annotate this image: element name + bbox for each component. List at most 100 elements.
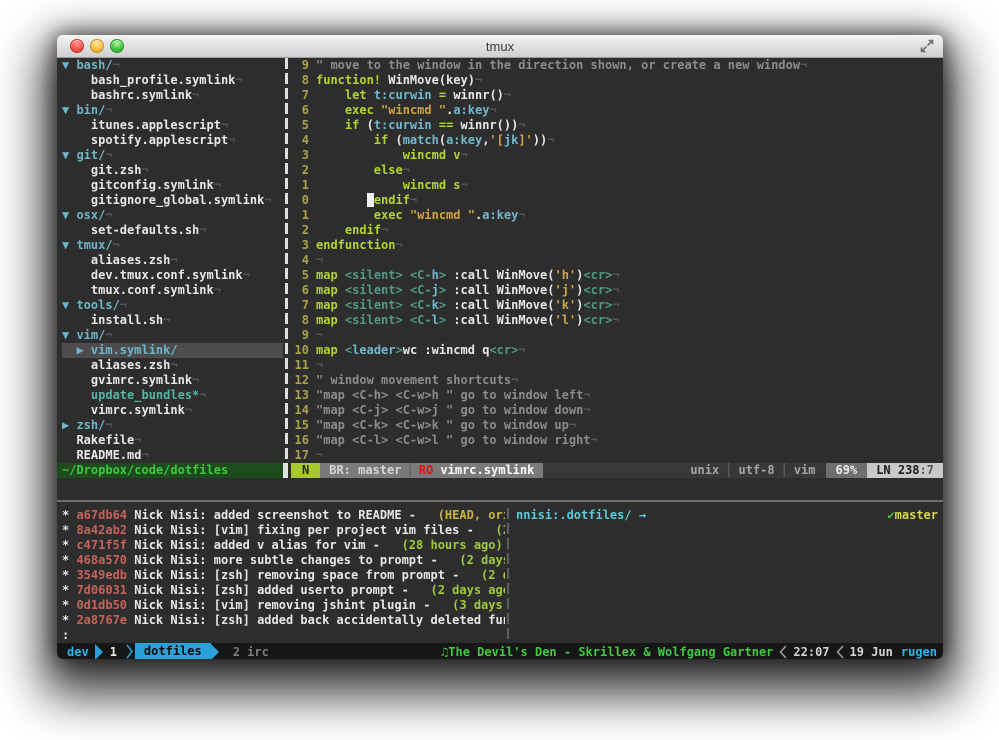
tree-item: install.sh¬ bbox=[62, 313, 283, 328]
mode-indicator: N bbox=[291, 463, 320, 478]
tree-item: ▼ vim/¬ bbox=[62, 328, 283, 343]
line-number: 7 bbox=[294, 88, 309, 103]
code-line: 9¬ bbox=[294, 328, 943, 343]
bottom-pane-split[interactable] bbox=[507, 508, 509, 643]
tree-item: ▼ tmux/¬ bbox=[62, 238, 283, 253]
close-button[interactable] bbox=[70, 39, 84, 53]
powerline-thin-separator-icon bbox=[124, 644, 135, 659]
code-pane[interactable]: 9" move to the window in the direction s… bbox=[290, 58, 943, 463]
vim-vertical-split[interactable] bbox=[285, 58, 288, 463]
code-line: 8map <silent> <C-l> :call WinMove('l')<c… bbox=[294, 313, 943, 328]
scroll-percent: 69% bbox=[826, 463, 868, 478]
line-number: 2 bbox=[294, 223, 309, 238]
code-line: 3endfunction¬ bbox=[294, 238, 943, 253]
nerdtree-pane[interactable]: ▼ bash/¬ bash_profile.symlink¬ bashrc.sy… bbox=[57, 58, 283, 463]
bottom-panes: * a67db64 Nick Nisi: added screenshot to… bbox=[57, 508, 943, 643]
line-number: 0 bbox=[294, 193, 309, 208]
fullscreen-button[interactable] bbox=[920, 39, 934, 53]
checkmark-icon: ✔ bbox=[887, 508, 894, 522]
line-column-indicator: LN 238:7 bbox=[867, 463, 943, 478]
shell-prompt: nnisi:.dotfiles/ → bbox=[516, 508, 646, 523]
zoom-button[interactable] bbox=[110, 39, 124, 53]
git-log-line: * 7d06031 Nick Nisi: [zsh] added userto … bbox=[62, 583, 505, 598]
tree-item: ▶ vim.symlink/¬ bbox=[62, 343, 283, 358]
tree-item: README.md¬ bbox=[62, 448, 283, 463]
statusline-right: unix│utf-8│vim bbox=[543, 463, 825, 478]
line-number: 15 bbox=[294, 418, 309, 433]
shell-prompt-line: nnisi:.dotfiles/ → ✔master bbox=[516, 508, 938, 523]
fullscreen-arrows-icon bbox=[920, 39, 934, 53]
tree-item: bashrc.symlink¬ bbox=[62, 88, 283, 103]
git-log-line: * 468a570 Nick Nisi: more subtle changes… bbox=[62, 553, 505, 568]
line-number: 7 bbox=[294, 298, 309, 313]
terminal-window: tmux ▼ bash/¬ bash_profile.symlink¬ bash… bbox=[57, 35, 943, 659]
vim-editor-area: ▼ bash/¬ bash_profile.symlink¬ bashrc.sy… bbox=[57, 58, 943, 463]
line-number: 6 bbox=[294, 283, 309, 298]
tmux-status-right: ♫ The Devil's Den - Skrillex & Wolfgang … bbox=[441, 645, 937, 659]
code-line: 16"map <C-l> <C-w>l " go to window right… bbox=[294, 433, 943, 448]
clock-label: 22:07 bbox=[793, 645, 829, 659]
tmux-window-1-tab[interactable]: 1 dotfiles bbox=[103, 643, 219, 659]
code-line: 4¬ bbox=[294, 253, 943, 268]
code-line: 6 exec "wincmd ".a:key¬ bbox=[294, 103, 943, 118]
line-number: 3 bbox=[294, 148, 309, 163]
line-number: 1 bbox=[294, 178, 309, 193]
tree-item: Rakefile¬ bbox=[62, 433, 283, 448]
tree-item: set-defaults.sh¬ bbox=[62, 223, 283, 238]
line-number: 14 bbox=[294, 403, 309, 418]
tmux-window-2-tab[interactable]: 2 irc bbox=[233, 645, 269, 659]
line-number: 16 bbox=[294, 433, 309, 448]
tree-item: gitignore_global.symlink¬ bbox=[62, 193, 283, 208]
line-number: 5 bbox=[294, 268, 309, 283]
vim-statusline: ~/Dropbox/code/dotfiles N BR: master│RO … bbox=[57, 463, 943, 478]
code-line: 8function! WinMove(key)¬ bbox=[294, 73, 943, 88]
code-line: 7map <silent> <C-k> :call WinMove('k')<c… bbox=[294, 298, 943, 313]
code-line: 5map <silent> <C-h> :call WinMove('h')<c… bbox=[294, 268, 943, 283]
tree-item: ▼ bin/¬ bbox=[62, 103, 283, 118]
tree-item: spotify.applescript¬ bbox=[62, 133, 283, 148]
git-log-line: * a67db64 Nick Nisi: added screenshot to… bbox=[62, 508, 505, 523]
code-line: 17¬ bbox=[294, 448, 943, 463]
code-line: 3 wincmd v¬ bbox=[294, 148, 943, 163]
angle-separator-icon bbox=[773, 645, 793, 659]
line-number: 9 bbox=[294, 58, 309, 73]
line-number: 8 bbox=[294, 313, 309, 328]
encoding-label: utf-8 bbox=[738, 463, 774, 477]
git-log-line: * 3549edb Nick Nisi: [zsh] removing spac… bbox=[62, 568, 505, 583]
tmux-terminal: ▼ bash/¬ bash_profile.symlink¬ bashrc.sy… bbox=[57, 58, 943, 659]
code-line: 14"map <C-j> <C-w>j " go to window down¬ bbox=[294, 403, 943, 418]
desktop-background: tmux ▼ bash/¬ bash_profile.symlink¬ bash… bbox=[0, 0, 999, 740]
code-line: 13"map <C-h> <C-w>h " go to window left¬ bbox=[294, 388, 943, 403]
tmux-session-name: dev bbox=[63, 645, 95, 659]
statusline-separator: │ bbox=[401, 463, 418, 477]
git-log-pane[interactable]: * a67db64 Nick Nisi: added screenshot to… bbox=[57, 508, 505, 643]
now-playing-label: The Devil's Den - Skrillex & Wolfgang Ga… bbox=[448, 645, 773, 659]
line-number: 12 bbox=[294, 373, 309, 388]
vim-cmdline bbox=[57, 478, 943, 493]
minimize-button[interactable] bbox=[90, 39, 104, 53]
tree-item: aliases.zsh¬ bbox=[62, 358, 283, 373]
code-line: 0 endif¬ bbox=[294, 193, 943, 208]
code-line: 9" move to the window in the direction s… bbox=[294, 58, 943, 73]
line-number: 13 bbox=[294, 388, 309, 403]
window-title: tmux bbox=[486, 39, 514, 54]
tree-item: itunes.applescript¬ bbox=[62, 118, 283, 133]
traffic-lights bbox=[70, 35, 124, 57]
tmux-pane-border[interactable] bbox=[57, 493, 943, 508]
git-log-line: * 8a42ab2 Nick Nisi: [vim] fixing per pr… bbox=[62, 523, 505, 538]
hostname-label: rugen bbox=[901, 645, 937, 659]
code-line: 4 if (match(a:key,'[jk]'))¬ bbox=[294, 133, 943, 148]
code-line: 12" window movement shortcuts¬ bbox=[294, 373, 943, 388]
line-number: 10 bbox=[294, 343, 309, 358]
tree-item: ▼ osx/¬ bbox=[62, 208, 283, 223]
tree-item: vimrc.symlink¬ bbox=[62, 403, 283, 418]
code-line: 1 wincmd s¬ bbox=[294, 178, 943, 193]
line-number: 17 bbox=[294, 448, 309, 463]
line-number: 6 bbox=[294, 103, 309, 118]
statusline-file-info: BR: master│RO vimrc.symlink bbox=[320, 463, 543, 478]
git-log-line: * 0d1db50 Nick Nisi: [vim] removing jshi… bbox=[62, 598, 505, 613]
line-number: 5 bbox=[294, 118, 309, 133]
tree-item: update_bundles*¬ bbox=[62, 388, 283, 403]
angle-separator-icon bbox=[830, 645, 850, 659]
shell-pane[interactable]: nnisi:.dotfiles/ → ✔master bbox=[511, 508, 943, 643]
